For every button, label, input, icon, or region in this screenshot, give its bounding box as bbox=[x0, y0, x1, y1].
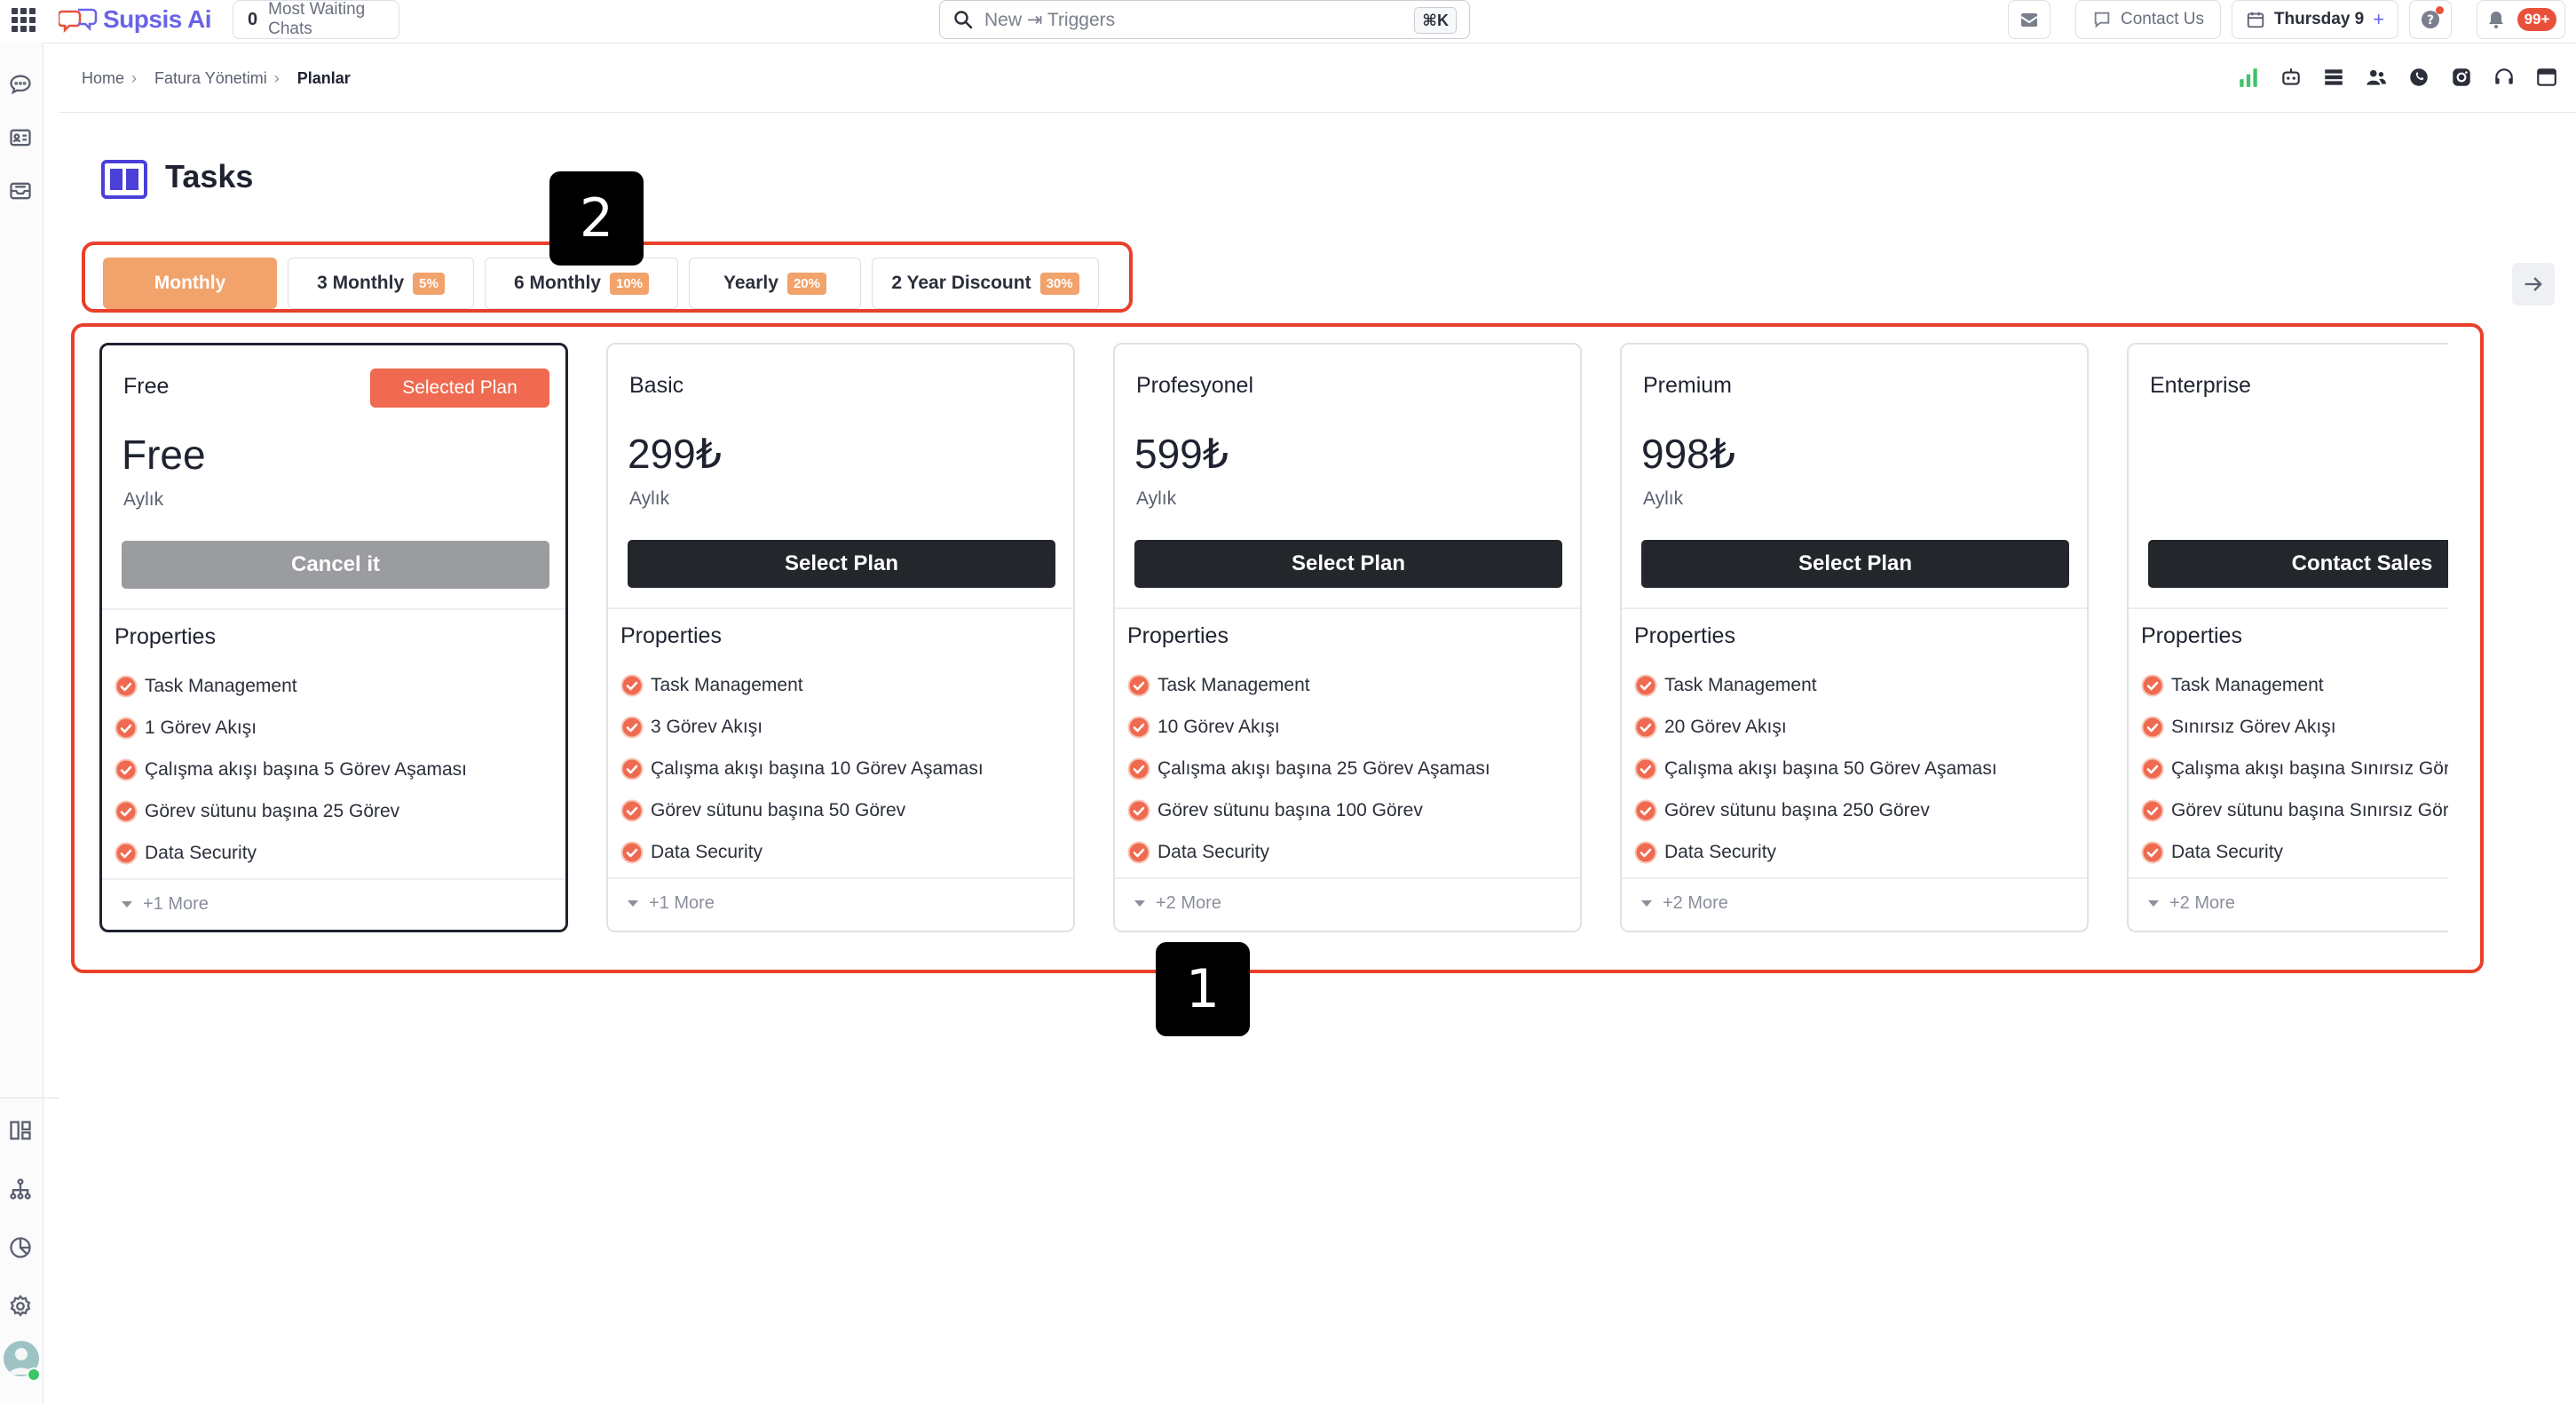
breadcrumb-current: Planlar bbox=[296, 69, 351, 87]
hierarchy-icon[interactable] bbox=[5, 1174, 36, 1204]
mail-icon bbox=[2020, 13, 2038, 27]
help-alert-dot bbox=[2436, 6, 2444, 14]
annotation-number-2: 2 bbox=[549, 171, 644, 266]
logo-icon bbox=[59, 8, 98, 33]
search-shortcut: ⌘K bbox=[1414, 7, 1457, 34]
left-sidebar bbox=[0, 43, 59, 1403]
settings-gear-icon[interactable] bbox=[5, 1291, 36, 1321]
add-event-button[interactable]: + bbox=[2373, 8, 2384, 31]
list-icon[interactable] bbox=[2322, 66, 2345, 89]
instagram-icon[interactable] bbox=[2450, 66, 2473, 89]
next-arrow-button[interactable] bbox=[2512, 263, 2555, 305]
layout-panels-icon[interactable] bbox=[5, 1115, 36, 1145]
contact-us-label: Contact Us bbox=[2121, 10, 2204, 28]
calendar-button[interactable]: Thursday 9 + bbox=[2232, 0, 2398, 39]
contact-us-button[interactable]: Contact Us bbox=[2075, 0, 2221, 39]
header-toolbar bbox=[2237, 66, 2558, 89]
breadcrumb-separator: › bbox=[273, 69, 280, 87]
team-icon[interactable] bbox=[2365, 66, 2388, 89]
chat-bubble-icon bbox=[2094, 12, 2110, 28]
search-icon bbox=[954, 11, 973, 29]
annotation-number-1: 1 bbox=[1156, 942, 1250, 1036]
waiting-count: 0 bbox=[248, 9, 258, 29]
chats-icon[interactable] bbox=[5, 69, 36, 99]
top-bar: Supsis Ai 0 Most Waiting Chats New ⇥ Tri… bbox=[0, 0, 2576, 44]
breadcrumb-billing[interactable]: Fatura Yönetimi bbox=[154, 69, 267, 88]
inbox-tray-icon[interactable] bbox=[5, 176, 36, 206]
headset-icon[interactable] bbox=[2493, 66, 2516, 89]
breadcrumb: Home › Fatura Yönetimi › Planlar bbox=[82, 69, 351, 88]
bot-icon[interactable] bbox=[2280, 66, 2303, 89]
apps-grid-icon[interactable] bbox=[9, 5, 37, 34]
calendar-icon bbox=[2247, 12, 2264, 28]
most-waiting-chats[interactable]: 0 Most Waiting Chats bbox=[233, 0, 399, 39]
app-name: Supsis Ai bbox=[103, 5, 212, 33]
whatsapp-icon[interactable] bbox=[2407, 66, 2430, 89]
online-status-dot bbox=[27, 1367, 41, 1382]
notifications-button[interactable]: 99+ bbox=[2477, 0, 2565, 39]
notification-count-badge: 99+ bbox=[2517, 8, 2557, 31]
window-icon[interactable] bbox=[2535, 66, 2558, 89]
help-button[interactable]: ? bbox=[2409, 0, 2452, 39]
app-logo[interactable]: Supsis Ai bbox=[59, 2, 212, 37]
page-title: Tasks bbox=[165, 158, 254, 194]
bell-icon bbox=[2488, 12, 2503, 28]
breadcrumb-separator: › bbox=[131, 69, 138, 87]
waiting-label: Most Waiting Chats bbox=[268, 0, 366, 38]
contacts-card-icon[interactable] bbox=[5, 123, 36, 153]
annotation-box-cards bbox=[71, 323, 2484, 973]
inbox-button[interactable] bbox=[2008, 0, 2051, 39]
reports-pie-icon[interactable] bbox=[5, 1233, 36, 1263]
board-icon bbox=[101, 160, 147, 199]
search-input[interactable]: New ⇥ Triggers ⌘K bbox=[939, 0, 1470, 39]
breadcrumb-bar: Home › Fatura Yönetimi › Planlar bbox=[59, 43, 2576, 113]
signal-bars-icon[interactable] bbox=[2237, 66, 2260, 89]
search-placeholder: New ⇥ Triggers bbox=[984, 9, 1116, 30]
breadcrumb-home[interactable]: Home bbox=[82, 69, 124, 88]
day-label: Thursday 9 bbox=[2273, 10, 2365, 28]
svg-text:?: ? bbox=[2427, 13, 2434, 28]
arrow-right-icon bbox=[2525, 277, 2542, 291]
